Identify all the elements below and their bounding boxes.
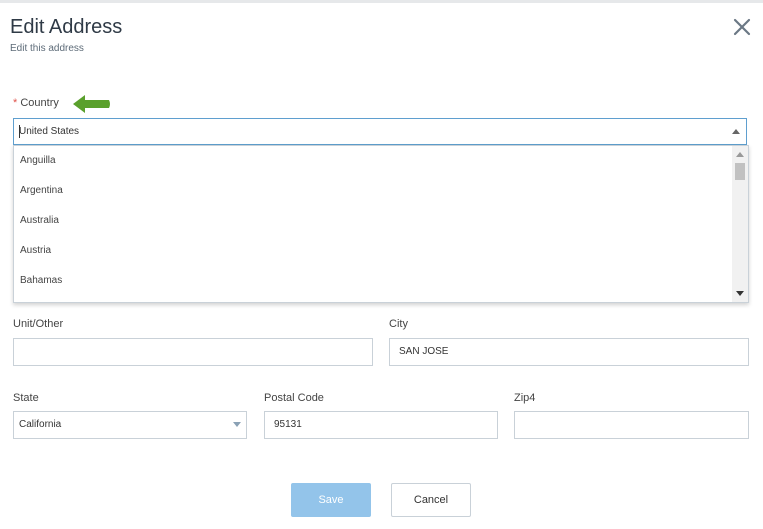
scroll-down-icon[interactable] — [736, 291, 744, 296]
city-input[interactable]: SAN JOSE — [389, 338, 749, 366]
annotation-arrow-icon — [71, 93, 113, 120]
scroll-up-icon[interactable] — [736, 152, 744, 157]
country-select[interactable] — [13, 118, 747, 145]
save-button[interactable]: Save — [291, 483, 371, 517]
top-border — [0, 0, 763, 3]
country-option[interactable]: Austria — [14, 236, 748, 266]
dropdown-scrollbar[interactable] — [732, 146, 748, 302]
zip4-input[interactable] — [514, 411, 749, 439]
text-cursor — [19, 125, 20, 138]
state-label: State — [13, 392, 39, 404]
state-value: California — [19, 419, 62, 430]
country-dropdown-list[interactable]: Anguilla Argentina Australia Austria Bah… — [13, 145, 749, 303]
cancel-button[interactable]: Cancel — [391, 483, 471, 517]
dialog-title: Edit Address — [10, 16, 123, 38]
zip4-label: Zip4 — [514, 392, 536, 404]
country-option[interactable]: Anguilla — [14, 146, 748, 176]
scroll-thumb[interactable] — [735, 163, 745, 180]
chevron-down-icon[interactable] — [233, 422, 241, 427]
country-search-input[interactable] — [19, 119, 129, 144]
country-label-text: Country — [20, 97, 59, 109]
country-option[interactable]: Australia — [14, 206, 748, 236]
country-label: * Country — [13, 97, 59, 109]
country-option[interactable]: Argentina — [14, 176, 748, 206]
unit-other-label: Unit/Other — [13, 318, 64, 330]
city-label: City — [389, 318, 408, 330]
country-option[interactable]: Bahamas — [14, 266, 748, 296]
chevron-up-icon[interactable] — [732, 129, 740, 134]
unit-other-input[interactable] — [13, 338, 373, 366]
state-select[interactable]: California — [13, 411, 247, 439]
required-marker: * — [13, 97, 18, 109]
close-icon[interactable] — [731, 16, 753, 38]
dialog-subtitle: Edit this address — [10, 43, 84, 54]
postal-code-label: Postal Code — [264, 392, 324, 404]
postal-code-input[interactable]: 95131 — [264, 411, 498, 439]
